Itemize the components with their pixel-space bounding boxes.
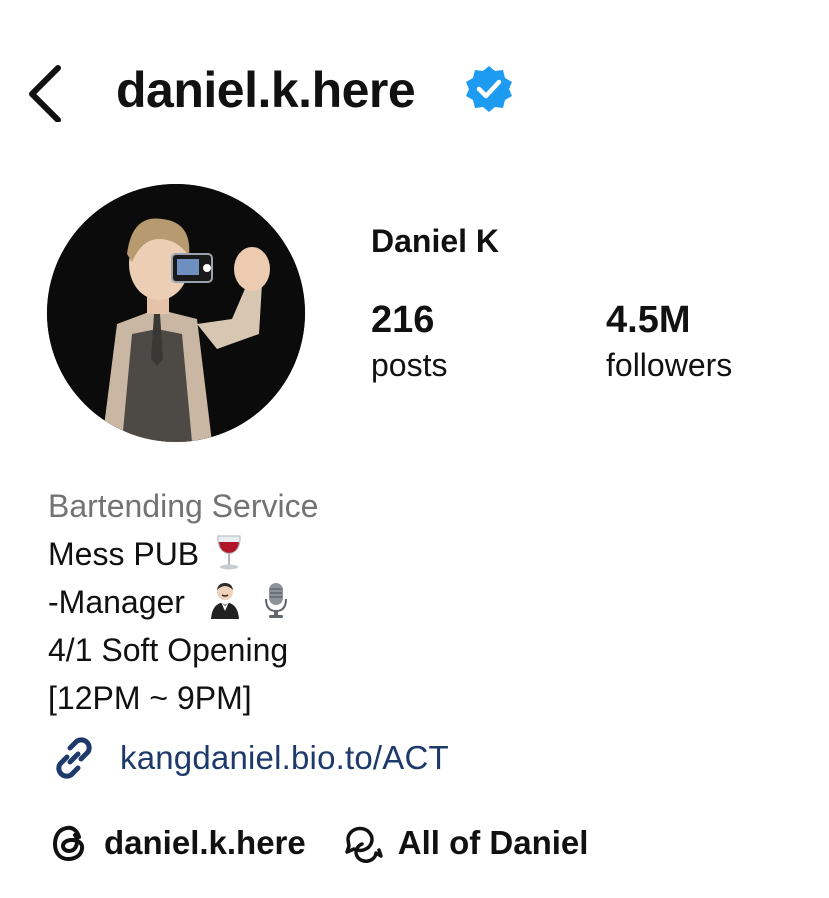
- profile-links-row: daniel.k.here All of Daniel: [48, 818, 588, 868]
- profile-avatar[interactable]: [47, 184, 305, 442]
- channel-name: All of Daniel: [397, 824, 589, 861]
- threads-profile-link[interactable]: daniel.k.here: [48, 821, 306, 865]
- back-button[interactable]: [22, 58, 72, 123]
- header-username: daniel.k.here: [116, 62, 416, 118]
- wine-glass-icon: [217, 535, 241, 570]
- threads-logo-icon: [53, 825, 85, 861]
- link-chain-icon: [56, 737, 92, 779]
- display-name: Daniel K: [371, 223, 500, 259]
- threads-handle: daniel.k.here: [104, 824, 306, 861]
- bio-link[interactable]: kangdaniel.bio.to/ACT: [48, 732, 449, 784]
- man-in-tuxedo-icon: [210, 583, 239, 619]
- chat-bubbles-icon: [345, 826, 383, 863]
- bio-line: -Manager: [48, 578, 318, 626]
- bio-line: [12PM ~ 9PM]: [48, 680, 252, 716]
- microphone-icon: [264, 583, 287, 618]
- profile-bio: Bartending Service Mess PUB -Manager 4/1…: [48, 482, 318, 722]
- profile-header: daniel.k.here: [0, 50, 829, 130]
- posts-stat[interactable]: 216 posts: [371, 298, 447, 386]
- bio-line-text: Mess PUB: [48, 536, 200, 572]
- posts-count: 216: [371, 299, 435, 341]
- followers-count: 4.5M: [606, 299, 691, 341]
- posts-label: posts: [371, 347, 448, 383]
- followers-label: followers: [606, 347, 733, 383]
- bio-line: Mess PUB: [48, 530, 318, 578]
- broadcast-channel-link[interactable]: All of Daniel: [340, 820, 589, 866]
- verified-badge-icon: [466, 66, 512, 112]
- bio-line: 4/1 Soft Opening: [48, 632, 289, 668]
- link-text: kangdaniel.bio.to/ACT: [120, 739, 449, 776]
- bio-category: Bartending Service: [48, 488, 319, 524]
- avatar-photo: [47, 184, 305, 442]
- chevron-left-icon: [29, 65, 61, 123]
- bio-line-text: -Manager: [48, 584, 185, 620]
- followers-stat[interactable]: 4.5M followers: [606, 298, 732, 386]
